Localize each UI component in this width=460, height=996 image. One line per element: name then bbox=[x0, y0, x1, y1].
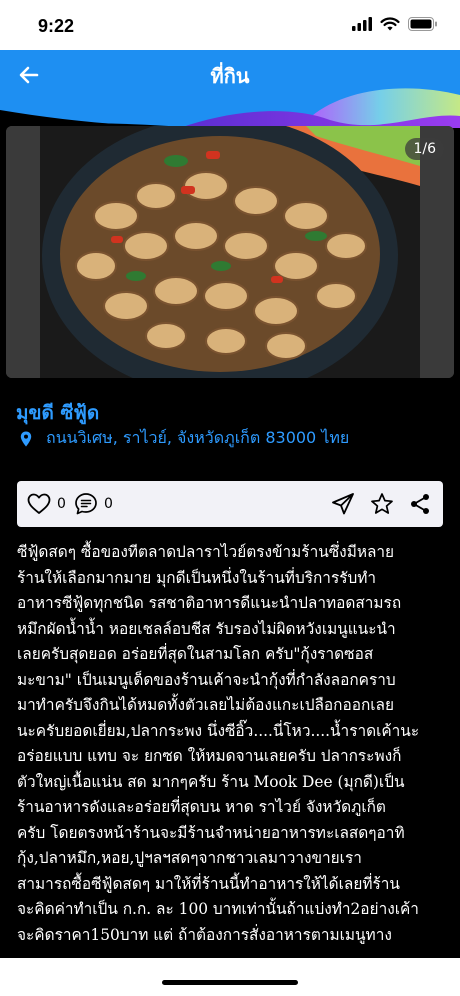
home-indicator-bar bbox=[0, 958, 460, 996]
description-line: เลยครับสุดยอด อร่อยที่สุดในสามโลก ครับ"ก… bbox=[17, 645, 374, 663]
photo-gallery[interactable]: 1/6 bbox=[6, 126, 454, 378]
status-time: 9:22 bbox=[38, 16, 75, 36]
signal-icon bbox=[352, 17, 372, 31]
description-line: สามารถซื้อซีฟู้ดสดๆ มาให้ที่ร้านนี้ทำอาห… bbox=[17, 874, 400, 893]
description-line: จะคิดค่าทำเป็น ก.ก. ละ 100 บาทเท่านั้นถ้… bbox=[17, 900, 419, 918]
wifi-icon bbox=[380, 17, 400, 31]
comment-button[interactable]: 0 bbox=[74, 490, 113, 518]
description-line: นะครับยอดเยี่ยม,ปลากระพง นึ่งซีอิ๊ว....น… bbox=[17, 721, 420, 740]
description-line: มาทำครับจึงกินได้หมดทั้งตัวเลยไม่ต้องแกะ… bbox=[17, 696, 394, 714]
photo-counter: 1/6 bbox=[405, 138, 444, 160]
heart-icon bbox=[27, 493, 51, 514]
star-icon bbox=[371, 493, 393, 514]
like-count: 0 bbox=[57, 496, 66, 512]
paper-plane-icon bbox=[332, 493, 354, 515]
description-line: มะขาม" เป็นเมนูเด็ดของร้านเค้าจะนำกุ้งที… bbox=[17, 670, 396, 689]
favorite-button[interactable] bbox=[370, 490, 394, 518]
like-button[interactable]: 0 bbox=[27, 490, 66, 518]
description-line: อาหารซีฟู้ดทุกชนิด รสชาติอาหารดีแนะนำปลา… bbox=[17, 594, 402, 612]
share-icon bbox=[411, 494, 429, 514]
description-line: ครับ โดยตรงหน้าร้านจะมีร้านจำหน่ายอาหารท… bbox=[17, 823, 405, 842]
comment-icon bbox=[75, 493, 97, 515]
description-line: จะคิดราคา150บาท แต่ ถ้าต้องการสั่งอาหารต… bbox=[17, 925, 392, 944]
status-bar: 9:22 bbox=[0, 0, 460, 50]
place-name: มุขดี ซีฟู้ด bbox=[16, 402, 100, 424]
page-title: ที่กิน bbox=[210, 64, 250, 88]
description-line: ตัวใหญ่เนื้อแน่น สด มากๆครับ ร้าน Mook D… bbox=[17, 772, 405, 791]
status-icons bbox=[352, 17, 438, 31]
battery-icon bbox=[408, 17, 437, 31]
comment-count: 0 bbox=[104, 496, 113, 512]
address-text: ถนนวิเศษ, ราไวย์, จังหวัดภูเก็ต 83000 ไท… bbox=[46, 428, 350, 447]
place-address[interactable]: ถนนวิเศษ, ราไวย์, จังหวัดภูเก็ต 83000 ไท… bbox=[20, 426, 349, 451]
description-line: ซีฟู้ดสดๆ ซื้อของทีตลาดปลาราไวย์ตรงข้ามร… bbox=[17, 543, 395, 561]
food-photo bbox=[6, 126, 454, 378]
description-line: ร้านให้เลือกมากมาย มุกดีเป็นหนึ่งในร้านท… bbox=[17, 568, 377, 587]
home-indicator[interactable] bbox=[162, 980, 298, 985]
description-line: กุ้ง,ปลาหมึก,หอย,ปูฯลฯสดๆจากชาวเลมาวางขา… bbox=[17, 849, 362, 867]
description-line: ร้านอาหารดังและอร่อยที่สุดบน หาด ราไวย์ … bbox=[17, 798, 386, 816]
description-line: อร่อยแบบ แทบ จะ ยกซด ให้หมดจานเลยครับ ปล… bbox=[17, 747, 402, 765]
location-pin-icon bbox=[20, 431, 32, 446]
share-location-button[interactable] bbox=[331, 490, 355, 518]
share-button[interactable] bbox=[409, 490, 431, 518]
description-line: หมึกผัดน้ำน้ำ หอยเชลล์อบชีส รับรองไม่ผิด… bbox=[17, 619, 396, 638]
action-bar: 0 0 bbox=[17, 481, 443, 527]
place-description: ซีฟู้ดสดๆ ซื้อของทีตลาดปลาราไวย์ตรงข้ามร… bbox=[17, 540, 449, 948]
app-header: ที่กิน bbox=[0, 50, 460, 128]
